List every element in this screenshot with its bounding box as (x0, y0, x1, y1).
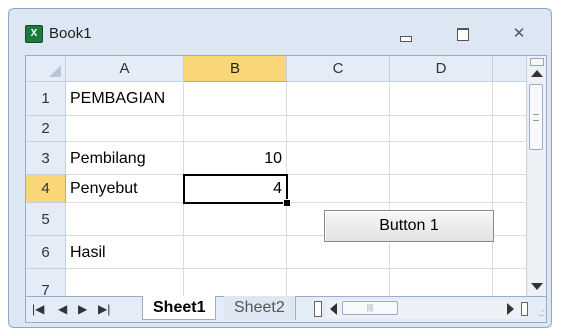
cell-d2[interactable] (390, 116, 493, 142)
cell-c4[interactable] (287, 175, 390, 203)
column-header-b[interactable]: B (184, 56, 287, 82)
prev-sheet-icon[interactable]: ◀ (58, 301, 67, 317)
cell-a2[interactable] (66, 116, 184, 142)
worksheet-area: A B C D 1 2 3 4 5 6 7 PEMBAGIAN Pembilan… (25, 55, 547, 323)
cell-b1[interactable] (184, 82, 287, 116)
cell-a4[interactable]: Penyebut (66, 175, 184, 203)
cell-e3[interactable] (493, 142, 528, 175)
cell-e1[interactable] (493, 82, 528, 116)
cell-d4[interactable] (390, 175, 493, 203)
row-header-1[interactable]: 1 (26, 82, 66, 116)
title-bar[interactable]: X Book1 ✕ (9, 9, 551, 55)
last-sheet-icon[interactable]: ▶| (98, 301, 110, 317)
cell-b5[interactable] (184, 203, 287, 236)
column-header-d[interactable]: D (390, 56, 493, 82)
cell-e4[interactable] (493, 175, 528, 203)
row-header-2[interactable]: 2 (26, 116, 66, 142)
cell-b7[interactable] (184, 269, 287, 298)
cell-a5[interactable] (66, 203, 184, 236)
cell-c1[interactable] (287, 82, 390, 116)
row-header-3[interactable]: 3 (26, 142, 66, 175)
tab-sheet2[interactable]: Sheet2 (224, 296, 296, 320)
scroll-left-arrow-icon[interactable] (330, 303, 337, 315)
scroll-right-arrow-icon[interactable] (507, 303, 514, 315)
cell-a6[interactable]: Hasil (66, 236, 184, 269)
row-header-6[interactable]: 6 (26, 236, 66, 269)
sheet-tab-bar: |◀ ◀ ▶ ▶| Sheet1 Sheet2 ||| .: (26, 296, 546, 322)
vertical-scroll-thumb[interactable] (529, 84, 543, 150)
cell-b3[interactable]: 10 (184, 142, 287, 175)
cell-b4[interactable]: 4 (184, 175, 287, 203)
cell-b2[interactable] (184, 116, 287, 142)
workbook-window: X Book1 ✕ A B C D 1 2 3 4 5 6 7 PEMBAGIA… (8, 8, 552, 328)
resize-grip-icon[interactable]: .: (538, 309, 544, 319)
cell-c7[interactable] (287, 269, 390, 298)
h-split-box-icon[interactable] (521, 302, 528, 316)
cell-d3[interactable] (390, 142, 493, 175)
select-all-corner[interactable] (26, 56, 66, 82)
cell-e6[interactable] (493, 236, 528, 269)
scroll-up-arrow-icon[interactable] (531, 70, 543, 77)
window-title: Book1 (49, 25, 92, 42)
tab-split-handle[interactable] (314, 301, 322, 317)
row-header-7[interactable]: 7 (26, 269, 66, 298)
cell-e2[interactable] (493, 116, 528, 142)
column-header-c[interactable]: C (287, 56, 390, 82)
cell-e7[interactable] (493, 269, 528, 298)
horizontal-scrollbar[interactable]: ||| (326, 300, 528, 318)
fill-handle[interactable] (283, 199, 291, 207)
cell-e5[interactable] (493, 203, 528, 236)
form-button-1[interactable]: Button 1 (324, 210, 494, 242)
first-sheet-icon[interactable]: |◀ (32, 301, 44, 317)
tab-sheet1[interactable]: Sheet1 (142, 296, 217, 320)
cell-a3[interactable]: Pembilang (66, 142, 184, 175)
row-header-4[interactable]: 4 (26, 175, 66, 203)
scroll-down-arrow-icon[interactable] (531, 283, 543, 290)
vertical-scrollbar[interactable] (526, 56, 546, 298)
row-header-5[interactable]: 5 (26, 203, 66, 236)
minimize-button[interactable] (391, 23, 419, 45)
cell-a7[interactable] (66, 269, 184, 298)
excel-workbook-icon: X (25, 25, 43, 43)
cell-b6[interactable] (184, 236, 287, 269)
cell-d7[interactable] (390, 269, 493, 298)
cell-c2[interactable] (287, 116, 390, 142)
next-sheet-icon[interactable]: ▶ (78, 301, 87, 317)
column-header-a[interactable]: A (66, 56, 184, 82)
cell-a1[interactable]: PEMBAGIAN (66, 82, 184, 116)
cell-d1[interactable] (390, 82, 493, 116)
split-box-icon[interactable] (530, 58, 544, 66)
close-button[interactable]: ✕ (505, 23, 533, 45)
horizontal-scroll-thumb[interactable]: ||| (342, 301, 398, 315)
restore-button[interactable] (449, 23, 477, 45)
cell-c3[interactable] (287, 142, 390, 175)
column-header-overflow[interactable] (493, 56, 528, 82)
